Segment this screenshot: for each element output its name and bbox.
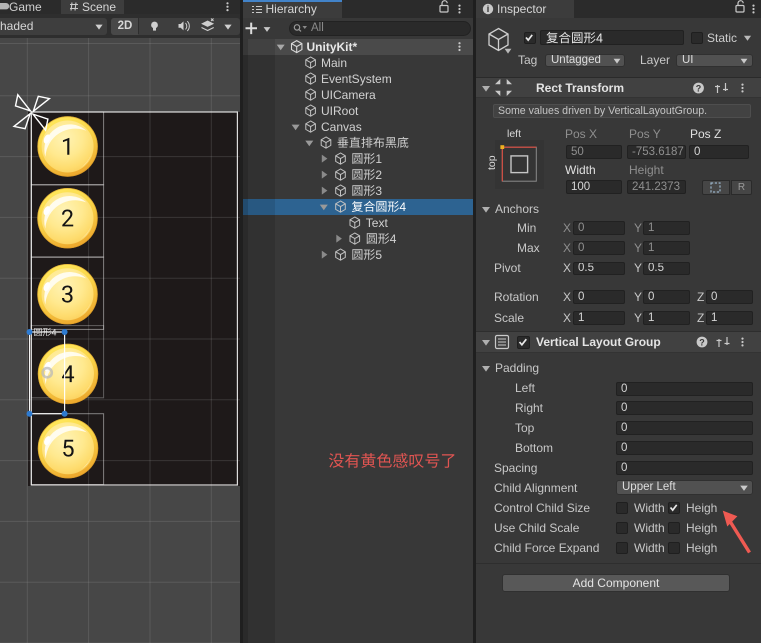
svg-text:Canvas: Canvas	[321, 120, 362, 134]
svg-text:?: ?	[699, 337, 705, 347]
svg-text:EventSystem: EventSystem	[321, 72, 392, 86]
svg-text:2: 2	[375, 168, 382, 182]
svg-text:i: i	[487, 4, 490, 14]
svg-text:4: 4	[399, 200, 406, 214]
svg-text:5: 5	[375, 248, 382, 262]
svg-text:Text: Text	[366, 216, 389, 230]
svg-text:UIRoot: UIRoot	[321, 104, 359, 118]
svg-text:1: 1	[375, 152, 382, 166]
svg-text:?: ?	[696, 83, 702, 93]
svg-text:4: 4	[52, 327, 57, 337]
svg-text:3: 3	[375, 184, 382, 198]
svg-text:Main: Main	[321, 56, 347, 70]
svg-text:4: 4	[596, 31, 603, 45]
svg-text:4: 4	[390, 232, 397, 246]
svg-text:UICamera: UICamera	[321, 88, 376, 102]
svg-text:UnityKit*: UnityKit*	[307, 40, 358, 54]
svg-text:top: top	[486, 155, 498, 170]
